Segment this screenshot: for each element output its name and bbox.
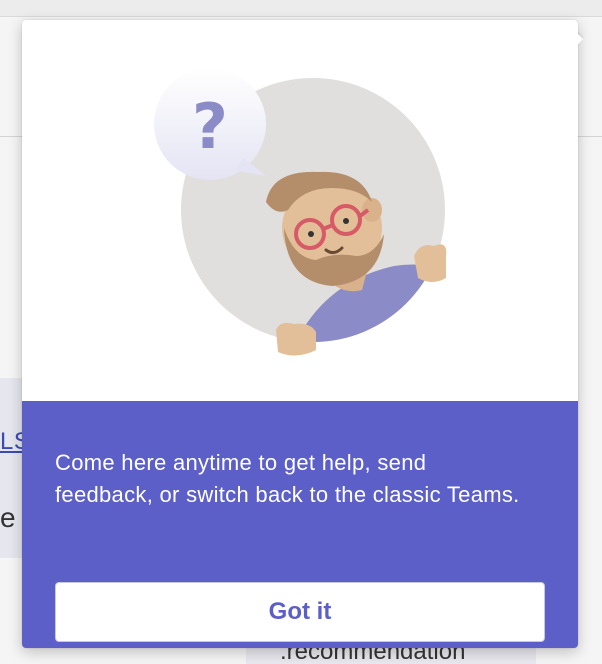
bearded-person-with-glasses-illustration: ? bbox=[154, 68, 447, 356]
help-illustration: ? bbox=[22, 20, 578, 401]
svg-text:?: ? bbox=[192, 90, 228, 163]
background-text-fragment: e bbox=[0, 502, 16, 533]
got-it-button[interactable]: Got it bbox=[55, 582, 545, 642]
callout-message: Come here anytime to get help, send feed… bbox=[55, 450, 520, 507]
callout-body: Come here anytime to get help, send feed… bbox=[22, 401, 578, 648]
help-teaching-callout: ? Come here anytime to get help, send fe… bbox=[22, 20, 584, 648]
question-mark-speech-bubble-icon: ? bbox=[154, 68, 266, 180]
background-top-bar bbox=[0, 0, 602, 17]
